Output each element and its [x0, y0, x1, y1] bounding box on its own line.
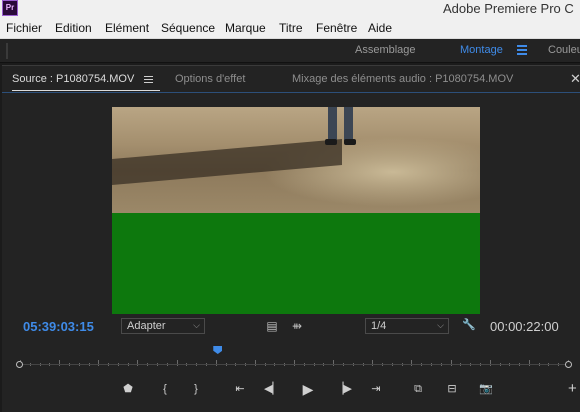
drop-arrows-icon[interactable]: ⇻ — [290, 319, 304, 333]
overwrite-icon[interactable]: ⊟ — [444, 382, 460, 396]
tab-source[interactable]: Source : P1080754.MOV — [12, 73, 134, 85]
mark-in-icon[interactable]: { — [157, 382, 173, 396]
tab-effect-options[interactable]: Options d'effet — [175, 73, 245, 85]
menu-bar: Fichier Edition Elément Séquence Marque … — [0, 18, 580, 39]
menu-sequence[interactable]: Séquence — [161, 21, 215, 35]
go-to-in-icon[interactable]: ⇤ — [232, 382, 248, 396]
step-back-icon[interactable]: ◀▏ — [264, 382, 281, 396]
wrench-icon[interactable]: 🔧 — [462, 318, 476, 332]
panel-menu-icon[interactable] — [144, 76, 153, 85]
menu-element[interactable]: Elément — [105, 21, 149, 35]
step-forward-icon[interactable]: ▕▶ — [335, 382, 352, 396]
current-timecode[interactable]: 05:39:03:15 — [23, 319, 94, 334]
menu-edition[interactable]: Edition — [55, 21, 92, 35]
scroll-handle-right[interactable] — [565, 361, 572, 368]
zoom-scrollbar[interactable] — [16, 361, 572, 368]
window-title: Adobe Premiere Pro C — [443, 1, 574, 16]
corrupted-green-area — [112, 213, 480, 314]
resolution-dropdown[interactable]: 1/4 ⌵ — [365, 318, 449, 334]
scroll-handle-left[interactable] — [16, 361, 23, 368]
resolution-value: 1/4 — [371, 320, 387, 332]
panel-focus-line — [2, 92, 580, 93]
menu-fenetre[interactable]: Fenêtre — [316, 21, 357, 35]
premiere-app-icon: Pr — [2, 0, 18, 16]
menu-titre[interactable]: Titre — [279, 21, 303, 35]
title-bar: Pr Adobe Premiere Pro C — [0, 0, 580, 18]
workspace-tab-couleur[interactable]: Couleu — [548, 44, 580, 56]
tab-audio-clip-mixer[interactable]: Mixage des éléments audio : P1080754.MOV — [292, 73, 513, 85]
menu-aide[interactable]: Aide — [368, 21, 392, 35]
duration-timecode: 00:00:22:00 — [490, 319, 559, 334]
chevron-down-icon: ⌵ — [193, 320, 200, 330]
workspace-menu-icon[interactable] — [517, 45, 527, 55]
workspace-tab-montage[interactable]: Montage — [460, 44, 503, 56]
video-footage — [112, 107, 480, 213]
menu-fichier[interactable]: Fichier — [6, 21, 42, 35]
mark-out-icon[interactable]: } — [188, 382, 204, 396]
active-tab-underline — [12, 90, 160, 91]
menu-marque[interactable]: Marque — [225, 21, 266, 35]
go-to-out-icon[interactable]: ⇥ — [368, 382, 384, 396]
fit-dropdown[interactable]: Adapter ⌵ — [121, 318, 205, 334]
workspace-grip[interactable] — [6, 43, 8, 59]
workspace-tab-assemblage[interactable]: Assemblage — [355, 44, 416, 56]
add-button-icon[interactable]: + — [568, 380, 577, 397]
play-icon[interactable]: ▶ — [300, 382, 316, 396]
source-monitor-panel: Source : P1080754.MOV Options d'effet Mi… — [2, 65, 580, 412]
person-legs — [324, 107, 358, 149]
video-preview[interactable] — [112, 107, 480, 314]
film-icon[interactable]: ▤ — [266, 319, 278, 333]
export-frame-icon[interactable]: 📷 — [478, 382, 494, 396]
close-icon[interactable]: ✕ — [570, 71, 580, 87]
fit-value: Adapter — [127, 320, 166, 332]
insert-icon[interactable]: ⧉ — [410, 382, 426, 396]
workspace-bar: Assemblage Montage Couleu — [0, 39, 580, 63]
chevron-down-icon: ⌵ — [437, 320, 444, 330]
add-marker-icon[interactable]: ⬟ — [120, 382, 136, 396]
panel-tab-bar: Source : P1080754.MOV Options d'effet Mi… — [2, 66, 580, 92]
